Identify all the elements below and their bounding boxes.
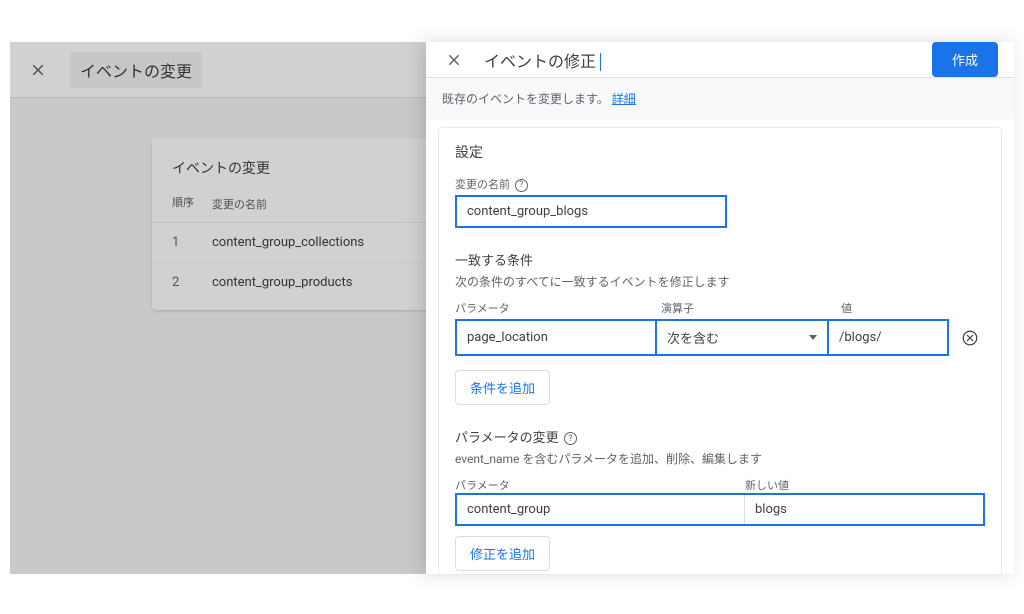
cond-label-op: 演算子 [661, 300, 833, 316]
param-labels: パラメータ 新しい値 [455, 477, 985, 493]
change-name-input[interactable]: content_group_blogs [455, 195, 727, 228]
close-icon[interactable] [442, 48, 466, 72]
add-condition-button[interactable]: 条件を追加 [455, 370, 550, 405]
params-title: パラメータの変更 ? [455, 427, 985, 446]
panel-title: イベントの修正 [484, 48, 932, 72]
cond-op-select[interactable]: 次を含む [655, 319, 827, 356]
subhead-text: 既存のイベントを変更します。 [442, 92, 609, 106]
help-icon[interactable]: ? [515, 179, 528, 192]
param-value-input[interactable]: blogs [745, 495, 983, 524]
close-icon[interactable] [26, 58, 50, 82]
panel-header: イベントの修正 作成 [426, 42, 1014, 78]
param-row: content_group blogs [455, 493, 985, 526]
cond-label-param: パラメータ [455, 300, 653, 316]
conditions-desc: 次の条件のすべてに一致するイベントを修正します [455, 273, 985, 290]
cond-value-input[interactable]: /blogs/ [827, 319, 949, 356]
cond-labels: パラメータ 演算子 値 [455, 300, 985, 319]
cond-param-input[interactable]: page_location [455, 319, 655, 356]
edit-event-panel: イベントの修正 作成 既存のイベントを変更します。 詳細 設定 変更の名前 ? … [426, 42, 1014, 574]
row-order: 2 [172, 275, 212, 290]
row-order: 1 [172, 235, 212, 250]
col-order: 順序 [172, 196, 212, 212]
settings-title: 設定 [455, 142, 985, 162]
param-label: パラメータ [455, 477, 745, 493]
param-name-input[interactable]: content_group [457, 495, 745, 524]
params-desc: event_name を含むパラメータを追加、削除、編集します [455, 450, 985, 467]
chevron-down-icon [809, 335, 817, 340]
create-button[interactable]: 作成 [932, 42, 998, 77]
newval-label: 新しい値 [745, 477, 789, 493]
help-icon[interactable]: ? [564, 432, 577, 445]
backdrop-title: イベントの変更 [70, 52, 202, 88]
remove-condition-button[interactable] [955, 319, 985, 356]
subhead-link[interactable]: 詳細 [612, 92, 636, 106]
panel-subheader: 既存のイベントを変更します。 詳細 [426, 78, 1014, 119]
cond-label-val: 値 [841, 300, 985, 316]
conditions-title: 一致する条件 [455, 250, 985, 269]
name-label: 変更の名前 ? [455, 176, 985, 192]
add-fix-button[interactable]: 修正を追加 [455, 536, 550, 571]
condition-row: page_location 次を含む /blogs/ [455, 319, 985, 356]
settings-card: 設定 変更の名前 ? content_group_blogs 一致する条件 次の… [438, 127, 1002, 574]
